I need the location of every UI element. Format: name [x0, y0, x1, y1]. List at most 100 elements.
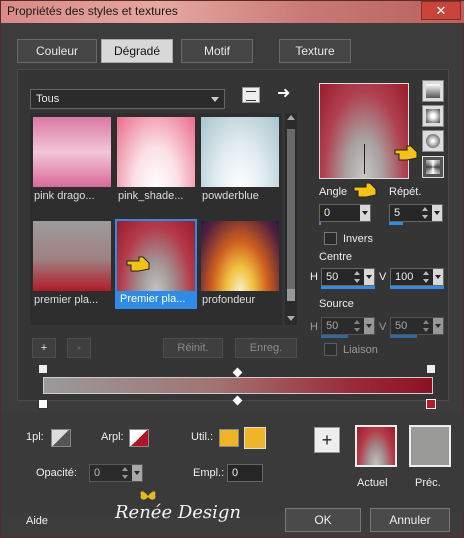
scrollbar-thumb[interactable]	[287, 289, 295, 301]
gradient-thumb[interactable]: profondeur	[201, 221, 279, 307]
help-link[interactable]: Aide	[26, 515, 48, 527]
resource-manager-icon[interactable]	[242, 87, 260, 103]
scroll-up-icon[interactable]	[287, 115, 295, 120]
location-value: 0	[232, 467, 239, 479]
category-dropdown[interactable]: Tous	[30, 89, 225, 109]
center-h-stepper[interactable]	[352, 269, 362, 285]
cancel-button[interactable]: Annuler	[370, 508, 450, 532]
repeat-spinner[interactable]: 5	[389, 204, 443, 222]
sunburst-gradient-button[interactable]	[422, 156, 444, 178]
add-to-swatches-button[interactable]: +	[314, 427, 340, 453]
gradient-thumb-label: pink_shade...	[118, 190, 184, 202]
gradient-editor-bar[interactable]	[43, 377, 433, 394]
gradient-preview[interactable]	[319, 83, 409, 179]
previous-label: Préc.	[415, 477, 441, 489]
gradient-thumb[interactable]: powderblue	[201, 117, 279, 203]
center-h-label: H	[310, 271, 318, 283]
invert-checkbox[interactable]	[324, 232, 337, 245]
source-h-value: 50	[326, 320, 339, 332]
styles-textures-dialog: Propriétés des styles et textures ✕ Coul…	[0, 0, 464, 538]
source-h-label: H	[310, 321, 318, 333]
gradient-thumb-label: powderblue	[202, 190, 259, 202]
scroll-down-icon[interactable]	[287, 316, 295, 321]
window-title: Propriétés des styles et textures	[7, 4, 178, 18]
linear-gradient-button[interactable]	[422, 80, 444, 102]
angle-spinner[interactable]: 0	[319, 204, 371, 222]
one-pl-label: 1pl:	[26, 431, 44, 443]
library-scrollbar[interactable]	[285, 113, 297, 325]
remove-stop-button[interactable]: -	[67, 338, 91, 358]
center-h-slider[interactable]	[321, 286, 375, 289]
chevron-down-icon[interactable]	[364, 269, 374, 285]
watermark-text: Renée Design	[115, 502, 242, 523]
source-v-slider[interactable]	[390, 335, 417, 338]
source-v-label: V	[379, 321, 387, 333]
current-gradient-swatch[interactable]	[355, 425, 397, 467]
rectangular-icon	[426, 109, 440, 123]
location-input[interactable]: 0	[227, 464, 263, 482]
center-h-spinner[interactable]: 50	[321, 268, 375, 286]
chevron-down-icon[interactable]	[132, 465, 142, 481]
source-h-slider[interactable]	[321, 335, 348, 338]
chevron-down-icon[interactable]	[360, 205, 370, 221]
arpl-label: Arpl:	[101, 431, 124, 443]
gradient-thumb-label: pink drago...	[34, 190, 95, 202]
rectangular-gradient-button[interactable]	[422, 105, 444, 127]
center-v-stepper[interactable]	[421, 269, 431, 285]
repeat-stepper[interactable]	[420, 205, 430, 221]
gradient-preview-image	[33, 117, 111, 187]
center-v-slider[interactable]	[390, 286, 444, 289]
tab-texture[interactable]: Texture	[279, 39, 351, 63]
top-stop-handle[interactable]	[426, 364, 436, 374]
center-v-spinner[interactable]: 100	[390, 268, 444, 286]
color-stop-end[interactable]	[426, 399, 436, 409]
opacity-label: Opacité:	[36, 467, 77, 479]
user-stop-swatch[interactable]	[219, 429, 239, 447]
repeat-label: Répét.	[389, 186, 422, 198]
user-color-picker[interactable]	[244, 427, 266, 449]
gradient-thumb[interactable]: premier pla...	[33, 221, 111, 307]
gradient-preview-image	[201, 117, 279, 187]
foreground-stop-swatch[interactable]	[51, 429, 71, 447]
gradient-library-grid: pink drago... pink_shade... powderblue p…	[30, 113, 282, 325]
source-h-spinner[interactable]: 50	[321, 317, 375, 335]
gradient-thumb[interactable]: pink drago...	[33, 117, 111, 203]
source-v-stepper[interactable]	[421, 318, 431, 334]
color-stop-start[interactable]	[38, 399, 48, 409]
reset-button[interactable]: Réinit.	[163, 338, 223, 358]
close-button[interactable]: ✕	[421, 1, 461, 20]
repeat-slider[interactable]	[389, 222, 403, 225]
arrow-right-icon[interactable]: ➜	[277, 85, 295, 103]
radial-icon	[426, 134, 440, 148]
add-stop-button[interactable]: +	[32, 338, 56, 358]
previous-gradient-swatch[interactable]	[409, 425, 451, 467]
chevron-down-icon[interactable]	[433, 269, 443, 285]
source-h-stepper[interactable]	[352, 318, 362, 334]
opacity-stepper[interactable]	[120, 465, 130, 481]
opacity-spinner[interactable]: 0	[89, 464, 143, 482]
opacity-value: 0	[94, 467, 101, 479]
title-bar: Propriétés des styles et textures ✕	[1, 1, 464, 23]
tab-motif[interactable]: Motif	[181, 39, 253, 63]
chevron-down-icon[interactable]	[432, 205, 442, 221]
center-label: Centre	[319, 251, 353, 263]
angle-slider[interactable]	[319, 222, 321, 225]
source-v-spinner[interactable]: 50	[390, 317, 444, 335]
source-label: Source	[319, 298, 354, 310]
gradient-preview-image	[201, 221, 279, 291]
current-label: Actuel	[357, 477, 388, 489]
angle-value: 0	[324, 207, 331, 219]
save-button[interactable]: Enreg.	[235, 338, 297, 358]
tab-degrade[interactable]: Dégradé	[101, 39, 173, 63]
chevron-down-icon[interactable]	[364, 318, 374, 334]
tab-bar: Couleur Dégradé Motif Texture	[17, 39, 447, 67]
chevron-down-icon[interactable]	[433, 318, 443, 334]
radial-gradient-button[interactable]	[422, 130, 444, 152]
gradient-thumb[interactable]: pink_shade...	[117, 117, 195, 203]
tab-couleur[interactable]: Couleur	[17, 39, 97, 63]
link-checkbox[interactable]	[324, 343, 337, 356]
ok-button[interactable]: OK	[285, 508, 361, 532]
gradient-thumb-label: premier pla...	[34, 294, 99, 306]
background-stop-swatch[interactable]	[129, 429, 149, 447]
top-stop-handle[interactable]	[38, 364, 48, 374]
